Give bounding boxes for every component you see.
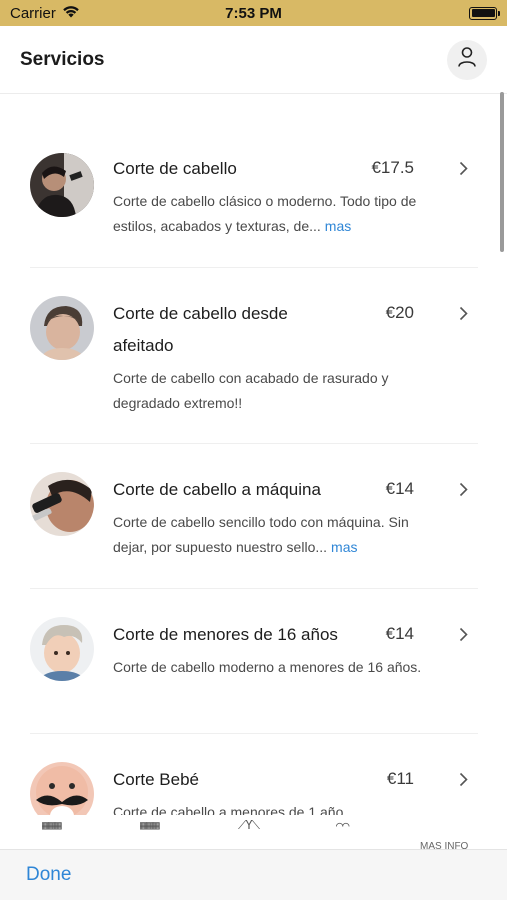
profile-button[interactable] [447,39,487,80]
service-name: Corte Bebé [113,770,199,789]
description-text: Corte de cabello clásico o moderno. Todo… [113,193,417,234]
service-price: €17.5 [371,158,414,177]
service-description: Corte de cabello clásico o moderno. Todo… [113,189,423,239]
wifi-icon [62,5,80,22]
page-title: Servicios [20,48,105,70]
tab-icon-services[interactable]: ▦▦▦ [42,818,62,832]
done-bar: Done [0,849,507,900]
description-text: Corte de cabello sencillo todo con máqui… [113,514,409,555]
chevron-right-icon [459,482,468,502]
tab-icon-photos[interactable]: ⌒⌒ [336,818,349,832]
service-description: Corte de cabello sencillo todo con máqui… [113,510,423,560]
service-price: €11 [386,769,414,788]
service-item-corte-de-cabello[interactable]: Corte de cabello €17.5 Corte de cabello … [30,135,478,268]
service-price: €14 [385,479,414,498]
service-name: Corte de menores de 16 años [113,625,338,644]
description-text: Corte de cabello con acabado de rasurado… [113,370,389,411]
status-left: Carrier [10,5,80,22]
service-avatar [30,762,94,815]
service-avatar [30,472,94,536]
service-avatar [30,617,94,681]
user-icon [457,46,477,73]
more-link[interactable]: mas [325,218,351,234]
done-button[interactable]: Done [26,864,71,886]
description-text: Corte de cabello moderno a menores de 16… [113,659,422,675]
service-price: €20 [385,303,414,322]
header: Servicios [0,26,507,94]
chevron-right-icon [459,306,468,326]
service-description: Corte de cabello a menores de 1 año. [113,800,423,815]
service-item-menores-16[interactable]: Corte de menores de 16 años €14 Corte de… [30,589,478,734]
service-price: €14 [385,624,414,643]
service-description: Corte de cabello moderno a menores de 16… [113,655,423,680]
battery-icon [469,6,500,20]
carrier-label: Carrier [10,4,56,22]
service-avatar [30,153,94,217]
status-bar: Carrier 7:53 PM [0,0,507,26]
tab-icon-products[interactable]: ▦▦▦ [140,818,160,832]
more-link[interactable]: mas [331,539,357,555]
service-item-corte-bebe[interactable]: Corte Bebé €11 Corte de cabello a menore… [30,734,478,815]
chevron-right-icon [459,772,468,792]
service-avatar [30,296,94,360]
chevron-right-icon [459,161,468,181]
service-name: Corte de cabello a máquina [113,480,321,499]
tab-icon-staff[interactable]: ⟋Y⟍ [238,818,260,833]
service-item-corte-desde-afeitado[interactable]: Corte de cabello desde afeitado €20 Cort… [30,268,478,444]
tab-label-mas-info[interactable]: MAS INFO [420,841,468,849]
tab-bar: ▦▦▦ ▦▦▦ ⟋Y⟍ ⌒⌒ MAS INFO [0,815,507,849]
service-name: Corte de cabello desde afeitado [113,304,288,355]
service-item-corte-a-maquina[interactable]: Corte de cabello a máquina €14 Corte de … [30,444,478,589]
service-list: Corte de cabello €17.5 Corte de cabello … [0,95,507,815]
service-name: Corte de cabello [113,159,237,178]
chevron-right-icon [459,627,468,647]
description-text: Corte de cabello a menores de 1 año. [113,804,348,815]
service-description: Corte de cabello con acabado de rasurado… [113,366,423,416]
